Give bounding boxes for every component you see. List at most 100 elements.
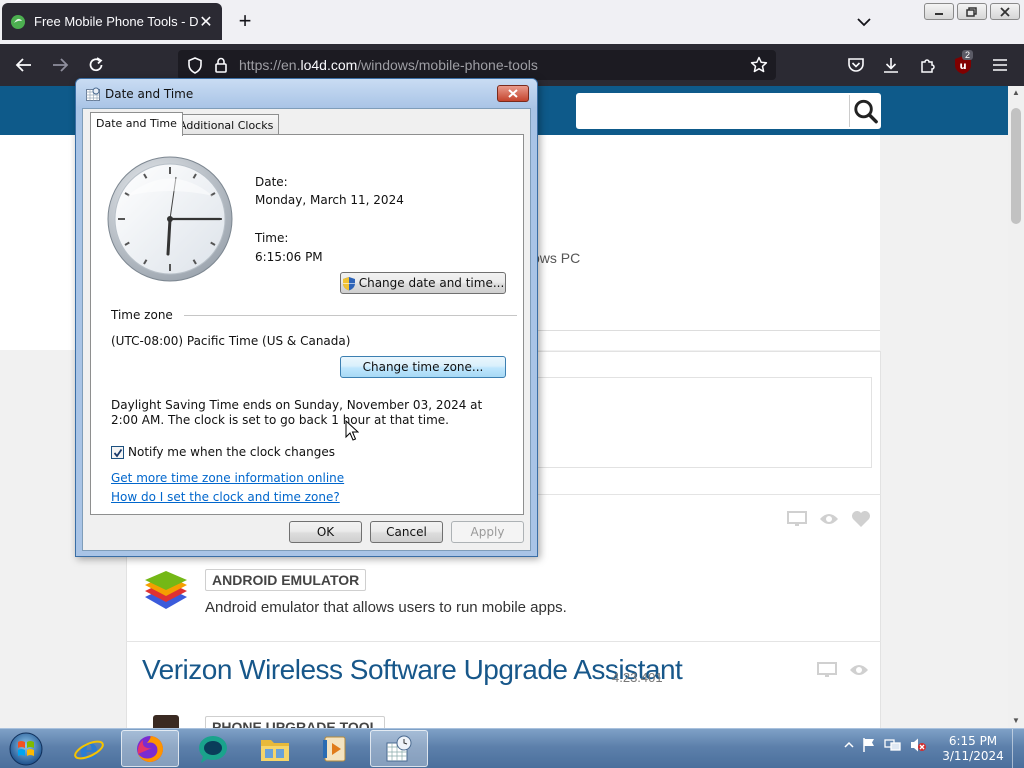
list-all-tabs-icon[interactable] (854, 12, 874, 32)
how-to-set-clock-link[interactable]: How do I set the clock and time zone? (111, 490, 340, 504)
back-arrow-icon[interactable] (12, 53, 36, 77)
volume-muted-icon[interactable] (909, 737, 927, 753)
notify-checkbox-label[interactable]: Notify me when the clock changes (128, 445, 335, 459)
tracking-protection-shield-icon[interactable] (187, 57, 203, 74)
dialog-body: Date and Time Additional Clocks Date: Mo… (82, 108, 531, 551)
extensions-puzzle-icon[interactable] (916, 53, 940, 77)
scrollbar-thumb[interactable] (1011, 108, 1021, 224)
ok-button-label: OK (316, 525, 335, 539)
downloads-icon[interactable] (879, 53, 903, 77)
time-value: 6:15:06 PM (255, 250, 323, 264)
uac-shield-icon (342, 276, 356, 290)
network-icon[interactable] (884, 737, 902, 753)
eye-icon[interactable] (819, 512, 839, 526)
forward-arrow-icon[interactable] (48, 53, 72, 77)
window-controls (924, 3, 1020, 20)
close-window-icon[interactable] (990, 3, 1020, 20)
svg-text:u: u (959, 61, 966, 72)
clock-time: 6:15 PM (948, 734, 998, 748)
tab-date-and-time[interactable]: Date and Time (90, 112, 183, 136)
apply-button-label: Apply (470, 525, 505, 539)
new-tab-icon[interactable]: + (234, 10, 256, 33)
scroll-down-arrow-icon[interactable]: ▼ (1011, 716, 1021, 726)
bookmark-star-icon[interactable] (750, 56, 768, 74)
time-zone-heading: Time zone (111, 308, 173, 322)
browser-tab-strip: Free Mobile Phone Tools - Dow ✕ + (0, 0, 1024, 44)
change-time-zone-button[interactable]: Change time zone... (340, 356, 506, 378)
browser-tab[interactable]: Free Mobile Phone Tools - Dow ✕ (2, 3, 222, 40)
app-title-link[interactable]: Verizon Wireless Software Upgrade Assist… (142, 654, 683, 686)
lock-icon[interactable] (214, 57, 228, 73)
tab-page-date-and-time: Date: Monday, March 11, 2024 Time: 6:15:… (90, 134, 524, 515)
cancel-button[interactable]: Cancel (370, 521, 443, 543)
hamburger-menu-icon[interactable] (988, 53, 1012, 77)
page-scrollbar[interactable]: ▲ ▼ (1008, 86, 1024, 728)
more-timezone-info-link[interactable]: Get more time zone information online (111, 471, 344, 485)
taskbar-firefox-icon[interactable] (121, 730, 179, 767)
change-date-time-label: Change date and time... (358, 276, 505, 290)
system-tray (844, 737, 927, 753)
restore-icon[interactable] (957, 3, 987, 20)
monitor-icon (787, 511, 807, 526)
svg-text:e: e (79, 733, 98, 765)
mouse-pointer-icon (345, 420, 359, 441)
pocket-icon[interactable] (844, 53, 868, 77)
page-subtitle-fragment: ows PC (532, 250, 581, 266)
taskbar-clock[interactable]: 6:15 PM 3/11/2024 (940, 734, 1006, 764)
eye-icon[interactable] (849, 663, 869, 677)
bluestacks-logo-icon (145, 571, 187, 609)
divider (530, 330, 880, 331)
category-tag[interactable]: PHONE UPGRADE TOOL (205, 716, 386, 728)
action-center-flag-icon[interactable] (861, 737, 877, 753)
dialog-close-icon[interactable] (497, 85, 529, 102)
url-prefix: https://en. (239, 57, 301, 73)
taskbar-internet-explorer-icon[interactable]: e (60, 730, 118, 767)
category-tag[interactable]: ANDROID EMULATOR (205, 569, 367, 591)
time-zone-value: (UTC-08:00) Pacific Time (US & Canada) (111, 334, 351, 348)
checkmark-icon (113, 448, 122, 457)
url-text: https://en.lo4d.com/windows/mobile-phone… (239, 57, 538, 73)
phone-app-logo-icon (153, 715, 179, 728)
apply-button[interactable]: Apply (451, 521, 524, 543)
url-path: /windows/mobile-phone-tools (357, 57, 538, 73)
start-button-icon[interactable] (6, 731, 46, 767)
time-label: Time: (255, 231, 289, 245)
show-desktop-button[interactable] (1012, 729, 1024, 768)
dst-info-text: Daylight Saving Time ends on Sunday, Nov… (111, 398, 483, 427)
taskbar: e 6:15 PM 3/11/2024 (0, 728, 1024, 768)
dialog-title-bar[interactable]: Date and Time (76, 79, 537, 108)
divider (126, 641, 881, 642)
taskbar-date-time-icon[interactable] (370, 730, 428, 767)
show-hidden-icons-icon[interactable] (844, 741, 854, 749)
listing-actions (817, 662, 869, 678)
tab-close-icon[interactable]: ✕ (198, 12, 214, 32)
ad-box (530, 377, 872, 468)
taskbar-file-explorer-icon[interactable] (246, 730, 304, 767)
taskbar-chat-app-icon[interactable] (184, 730, 242, 767)
divider (184, 315, 517, 316)
scroll-up-arrow-icon[interactable]: ▲ (1011, 88, 1021, 98)
tab-additional-clocks[interactable]: Additional Clocks (173, 114, 280, 136)
site-favicon-icon (11, 14, 25, 29)
minimize-icon[interactable] (924, 3, 954, 20)
date-value: Monday, March 11, 2024 (255, 193, 404, 207)
taskbar-media-player-icon[interactable] (307, 730, 365, 767)
monitor-icon (817, 662, 837, 677)
analog-clock-icon (107, 156, 233, 282)
reload-icon[interactable] (84, 53, 108, 77)
ok-button[interactable]: OK (289, 521, 362, 543)
site-search-input[interactable] (576, 93, 881, 129)
clock-date: 3/11/2024 (942, 749, 1004, 763)
change-date-time-button[interactable]: Change date and time... (340, 272, 506, 294)
change-time-zone-label: Change time zone... (362, 360, 484, 374)
app-description: Android emulator that allows users to ru… (205, 599, 567, 616)
cancel-button-label: Cancel (386, 525, 427, 539)
date-time-app-icon (86, 87, 100, 101)
app-version: 4.23.401 (612, 670, 663, 685)
date-time-dialog: Date and Time Date and Time Additional C… (75, 78, 538, 557)
url-bar[interactable]: https://en.lo4d.com/windows/mobile-phone… (178, 50, 776, 80)
heart-icon[interactable] (851, 510, 871, 528)
notify-checkbox[interactable] (111, 446, 124, 459)
date-label: Date: (255, 175, 288, 189)
search-icon[interactable] (849, 95, 881, 127)
